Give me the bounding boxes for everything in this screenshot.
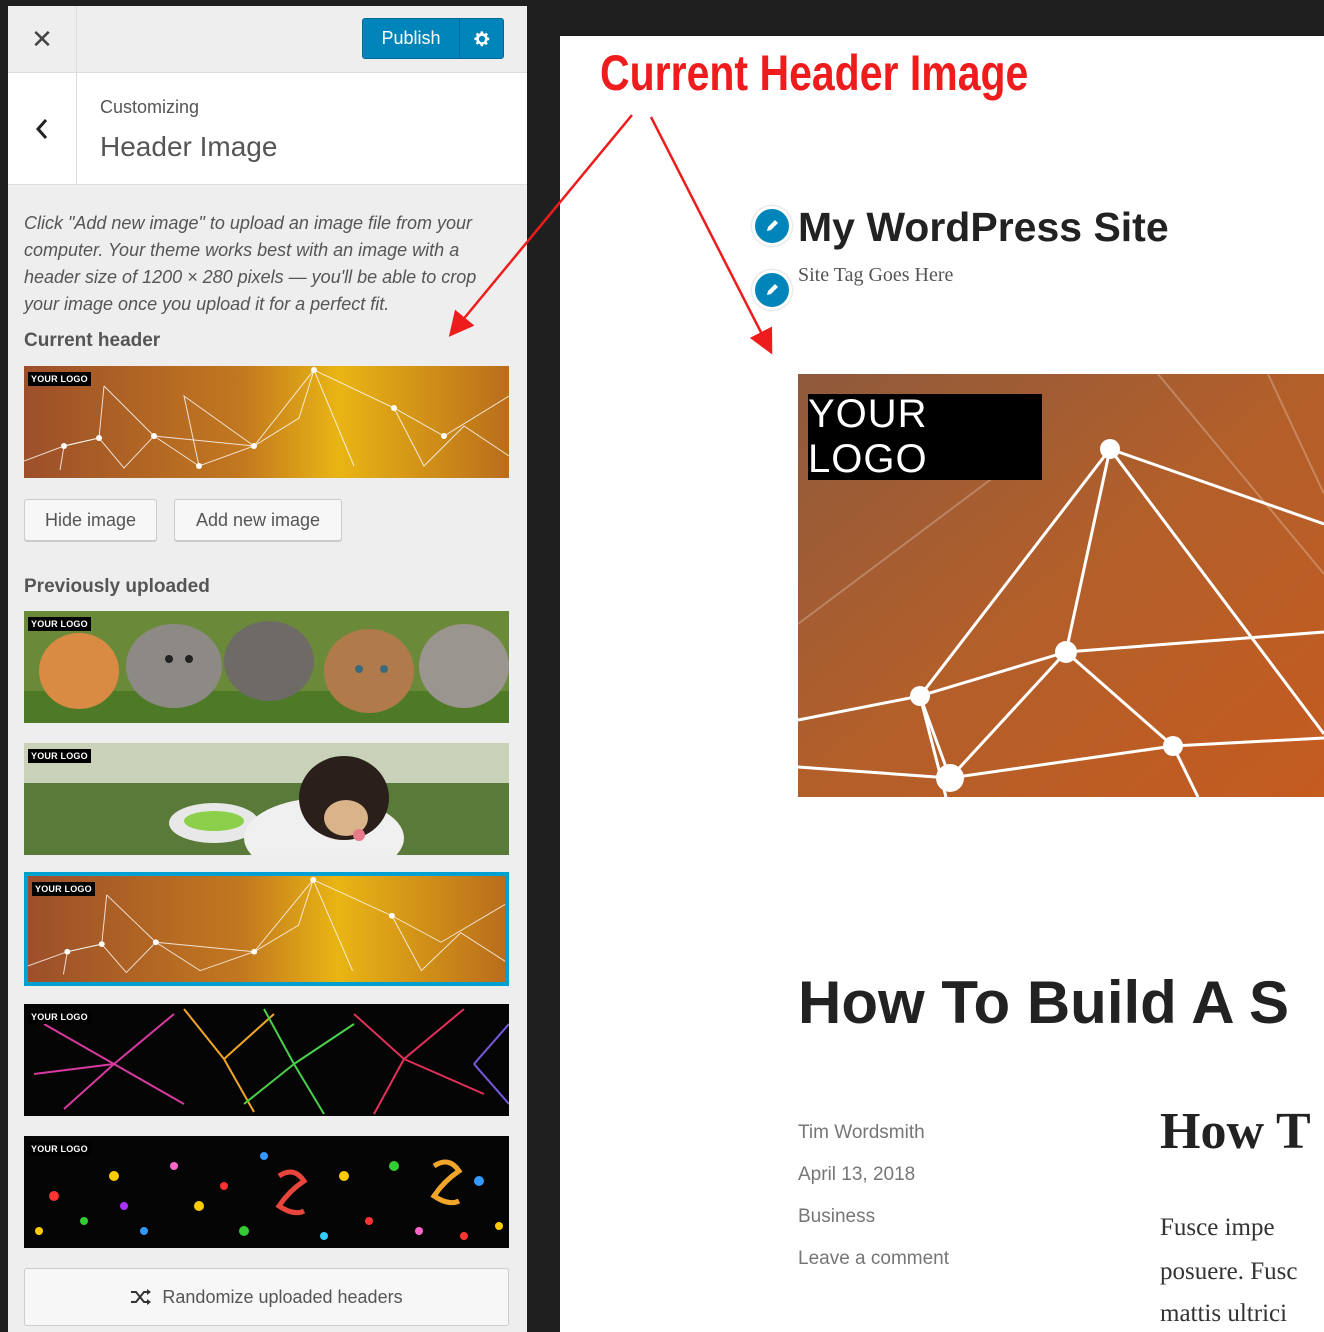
gear-icon — [473, 30, 489, 46]
customizer-sidebar: ✕ Publish Customizing Header Image Click… — [8, 6, 527, 1332]
pencil-icon — [767, 220, 778, 231]
uploaded-header-item[interactable]: YOUR LOGO — [24, 743, 509, 855]
shuffle-icon — [131, 1289, 152, 1305]
customizer-topbar: ✕ Publish — [8, 6, 527, 73]
section-title: Header Image — [100, 131, 278, 162]
randomize-label: Randomize uploaded headers — [162, 1286, 403, 1307]
hide-image-button[interactable]: Hide image — [24, 499, 157, 541]
current-header-label: Current header — [24, 330, 161, 351]
leave-comment-link[interactable]: Leave a comment — [798, 1248, 949, 1270]
publish-settings-button[interactable] — [459, 19, 503, 58]
previously-uploaded-label: Previously uploaded — [24, 576, 210, 597]
annotation-label: Current Header Image — [600, 45, 1029, 101]
uploaded-header-item[interactable]: YOUR LOGO — [24, 1136, 509, 1248]
back-button[interactable] — [8, 73, 77, 184]
randomize-headers-button[interactable]: Randomize uploaded headers — [24, 1268, 509, 1326]
add-new-image-button[interactable]: Add new image — [174, 499, 342, 541]
thumbnail-logo: YOUR LOGO — [28, 372, 91, 386]
post-date[interactable]: April 13, 2018 — [798, 1164, 915, 1186]
site-title[interactable]: My WordPress Site — [798, 204, 1169, 251]
site-tagline: Site Tag Goes Here — [798, 264, 954, 286]
current-header-thumbnail: YOUR LOGO — [24, 366, 509, 478]
post-author[interactable]: Tim Wordsmith — [798, 1122, 925, 1144]
uploaded-header-item[interactable]: YOUR LOGO — [24, 1004, 509, 1116]
edit-tagline-shortcut[interactable] — [752, 270, 792, 310]
uploaded-header-item-selected[interactable]: YOUR LOGO — [24, 872, 509, 986]
hero-logo: YOUR LOGO — [808, 392, 1042, 481]
post-excerpt-line: posuere. Fusc — [1160, 1258, 1298, 1285]
close-icon: ✕ — [31, 23, 53, 54]
post-heading: How T — [1160, 1103, 1311, 1160]
thumbnail-logo: YOUR LOGO — [28, 1010, 91, 1024]
breadcrumb: Customizing — [100, 97, 200, 117]
edit-title-shortcut[interactable] — [752, 206, 792, 246]
header-description: Click "Add new image" to upload an image… — [24, 213, 477, 314]
header-image: YOUR LOGO — [798, 374, 1324, 797]
post-title[interactable]: How To Build A S — [798, 968, 1289, 1037]
thumbnail-logo: YOUR LOGO — [28, 1142, 91, 1156]
post-excerpt-line: Fusce impe — [1160, 1214, 1275, 1241]
thumbnail-logo: YOUR LOGO — [28, 749, 91, 763]
chevron-left-icon — [35, 118, 48, 139]
publish-button-group: Publish — [362, 18, 504, 59]
section-header: Customizing Header Image — [8, 73, 527, 185]
uploaded-header-item[interactable]: YOUR LOGO — [24, 611, 509, 723]
post-category[interactable]: Business — [798, 1206, 875, 1228]
close-button[interactable]: ✕ — [8, 6, 77, 72]
post-excerpt-line: mattis ultrici — [1160, 1300, 1288, 1327]
thumbnail-logo: YOUR LOGO — [28, 617, 91, 631]
site-preview: My WordPress Site Site Tag Goes Here YOU… — [560, 36, 1324, 1332]
publish-button[interactable]: Publish — [363, 19, 459, 58]
pencil-icon — [767, 284, 778, 295]
thumbnail-logo: YOUR LOGO — [32, 882, 95, 896]
